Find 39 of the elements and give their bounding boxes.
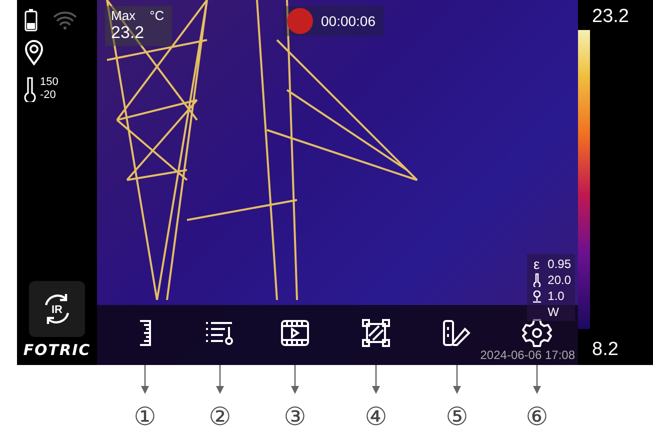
scale-min: 8.2 [592,339,620,361]
video-icon[interactable] [280,319,310,347]
battery-icon [24,8,38,32]
callout-number: ⑤ [446,403,468,431]
scale-max: 23.2 [592,6,630,28]
record-time: 00:00:06 [321,13,376,29]
ir-mode-button[interactable]: IR [29,281,85,337]
brand-logo: FOTRIC [23,341,91,359]
measure-label: Max [111,8,136,23]
emissivity-symbol: ε [534,256,540,272]
callout-arrow [371,365,381,395]
range-high: 150 [40,76,58,89]
callout-number: ① [134,403,156,431]
wifi-icon [52,10,78,30]
callout-arrow [452,365,462,395]
thermometer-icon [24,76,36,102]
parameter-value: 0.95 [548,256,571,270]
range-low: -20 [40,89,57,102]
location-pin-icon [532,288,542,302]
palette-icon[interactable] [442,319,472,347]
parameter-value: 1.0 [548,288,564,302]
callout-number: ② [208,403,232,431]
max-temperature: 23.2 [111,23,146,43]
thermometer-list-icon[interactable] [204,319,236,347]
location-pin-icon [24,40,44,66]
timestamp: 2024-06-06 17:08 [480,348,575,362]
callout-arrow [290,365,300,395]
callout-arrow [215,365,225,395]
callout-arrow [532,365,542,395]
callout-number: ④ [364,403,388,431]
unit-label: °C [150,8,164,23]
callout-number: ⑥ [526,403,548,431]
callout-arrow [140,365,150,395]
callout-number: ③ [284,403,306,431]
parameter-value: W [548,304,559,318]
area-select-icon[interactable] [362,319,390,347]
settings-icon[interactable] [522,318,552,348]
parameter-value: 20.0 [548,272,571,286]
thermometer-icon [532,272,541,286]
